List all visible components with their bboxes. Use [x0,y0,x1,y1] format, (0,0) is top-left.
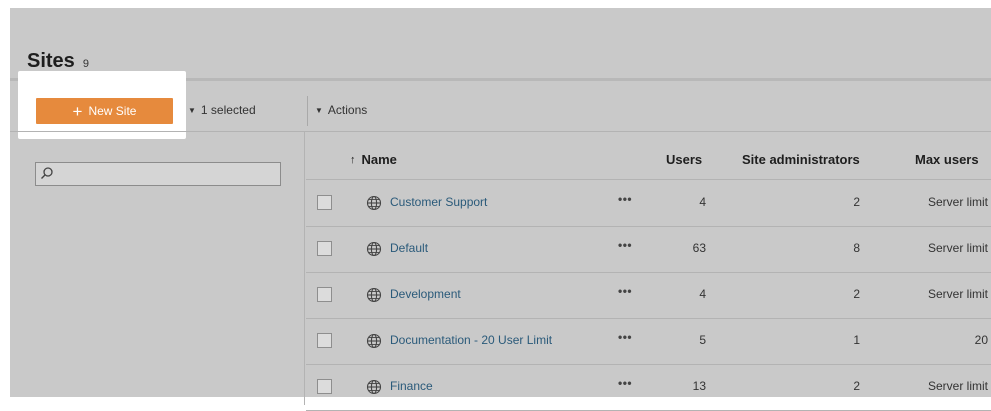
more-icon[interactable]: ••• [618,330,632,344]
column-header-name-label: Name [361,152,397,167]
site-name-link[interactable]: Default [390,241,428,255]
users-cell: 13 [692,379,706,393]
selection-label: 1 selected [200,103,256,117]
table-row[interactable]: Default ••• 63 8 Server limit [306,226,991,273]
site-name-link[interactable]: Documentation - 20 User Limit [390,333,552,347]
table-row[interactable]: Development ••• 4 2 Server limit [306,272,991,319]
sort-arrow-icon: ↑ [350,153,356,166]
actions-dropdown[interactable]: ▼ Actions [315,103,367,117]
more-icon[interactable]: ••• [618,284,632,298]
more-icon[interactable]: ••• [618,192,632,206]
max-users-cell: Server limit [927,241,988,255]
new-site-label: New Site [88,104,137,118]
site-name-link[interactable]: Customer Support [390,195,487,209]
globe-icon [366,195,382,216]
toolbar-divider [307,96,308,126]
search-icon [41,167,53,179]
column-header-users[interactable]: Users [666,152,702,167]
new-site-button[interactable]: + New Site [36,98,173,124]
max-users-cell: Server limit [927,195,988,209]
sidebar-divider [304,132,305,405]
row-checkbox[interactable] [317,195,332,210]
sites-page: Sites 9 + New Site ▼ 1 selected ▼ Action… [10,8,991,411]
page-title: Sites [27,50,75,72]
page-header: Sites 9 [27,50,89,73]
globe-icon [366,287,382,308]
search-input[interactable] [54,165,280,185]
caret-down-icon: ▼ [315,105,323,115]
max-users-cell: 20 [974,333,988,347]
users-cell: 63 [692,241,706,255]
site-administrators-cell: 2 [853,287,860,301]
selection-dropdown[interactable]: ▼ 1 selected [188,103,256,117]
site-name-link[interactable]: Finance [390,379,433,393]
row-checkbox[interactable] [317,241,332,256]
site-administrators-cell: 2 [853,379,860,393]
row-checkbox[interactable] [317,333,332,348]
actions-label: Actions [327,103,368,117]
site-count: 9 [82,58,89,70]
site-name-link[interactable]: Development [390,287,461,301]
column-header-max-users[interactable]: Max users [915,152,979,167]
users-cell: 4 [699,195,706,209]
row-checkbox[interactable] [317,379,332,394]
site-administrators-cell: 2 [853,195,860,209]
column-header-site-administrators[interactable]: Site administrators [742,152,860,167]
table-row[interactable]: Documentation - 20 User Limit ••• 5 1 20 [306,318,991,365]
table-row[interactable]: Finance ••• 13 2 Server limit [306,364,991,411]
max-users-cell: Server limit [927,379,988,393]
more-icon[interactable]: ••• [618,376,632,390]
table-row[interactable]: Customer Support ••• 4 2 Server limit [306,180,991,227]
users-cell: 5 [699,333,706,347]
column-header-name[interactable]: ↑ Name [350,152,397,167]
max-users-cell: Server limit [927,287,988,301]
site-administrators-cell: 1 [853,333,860,347]
globe-icon [366,241,382,262]
site-administrators-cell: 8 [853,241,860,255]
users-cell: 4 [699,287,706,301]
plus-icon: + [72,101,83,121]
search-field[interactable] [35,162,281,186]
row-checkbox[interactable] [317,287,332,302]
more-icon[interactable]: ••• [618,238,632,252]
toolbar-bottom-rule [10,131,991,132]
globe-icon [366,333,382,354]
caret-down-icon: ▼ [188,105,196,115]
